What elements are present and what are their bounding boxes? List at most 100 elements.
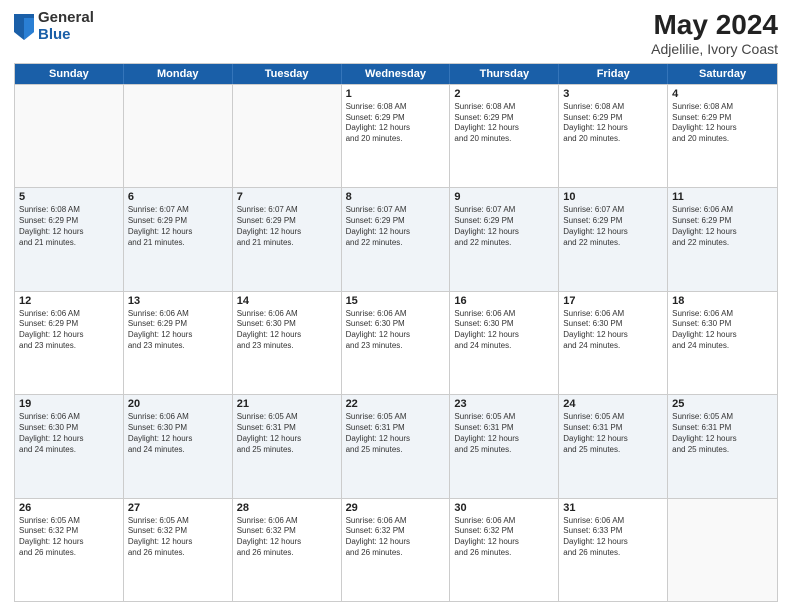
day-cell-6: 6 Sunrise: 6:07 AM Sunset: 6:29 PM Daylig… [124, 188, 233, 290]
day-cell-4: 4 Sunrise: 6:08 AM Sunset: 6:29 PM Daylig… [668, 85, 777, 187]
logo-blue-text: Blue [38, 27, 94, 44]
week-row-3: 12 Sunrise: 6:06 AM Sunset: 6:29 PM Dayli… [15, 291, 777, 394]
day-number: 13 [128, 295, 228, 307]
week-row-4: 19Sunrise: 6:06 AM Sunset: 6:30 PM Dayli… [15, 394, 777, 497]
title-block: May 2024 Adjelilie, Ivory Coast [651, 10, 778, 57]
day-info: Sunrise: 6:08 AM Sunset: 6:29 PM Dayligh… [454, 102, 554, 145]
day-cell-16: 16 Sunrise: 6:06 AM Sunset: 6:30 PM Dayli… [450, 292, 559, 394]
day-number: 28 [237, 502, 337, 514]
header-day-wednesday: Wednesday [342, 64, 451, 84]
page: General Blue May 2024 Adjelilie, Ivory C… [0, 0, 792, 612]
day-cell-9: 9Sunrise: 6:07 AM Sunset: 6:29 PM Daylig… [450, 188, 559, 290]
day-number: 30 [454, 502, 554, 514]
week-row-5: 26 Sunrise: 6:05 AM Sunset: 6:32 PM Dayli… [15, 498, 777, 601]
day-info: Sunrise: 6:05 AM Sunset: 6:31 PM Dayligh… [672, 412, 773, 455]
day-number: 10 [563, 191, 663, 203]
header-day-thursday: Thursday [450, 64, 559, 84]
day-number: 15 [346, 295, 446, 307]
day-info: Sunrise: 6:06 AM Sunset: 6:32 PM Dayligh… [237, 516, 337, 559]
header-day-monday: Monday [124, 64, 233, 84]
day-info: Sunrise: 6:06 AM Sunset: 6:30 PM Dayligh… [128, 412, 228, 455]
day-info: Sunrise: 6:07 AM Sunset: 6:29 PM Dayligh… [563, 205, 663, 248]
day-cell-26: 26 Sunrise: 6:05 AM Sunset: 6:32 PM Dayli… [15, 499, 124, 601]
day-number: 1 [346, 88, 446, 100]
logo-general-text: General [38, 10, 94, 27]
empty-cell [233, 85, 342, 187]
week-row-1: 1 Sunrise: 6:08 AM Sunset: 6:29 PM Daylig… [15, 84, 777, 187]
day-number: 4 [672, 88, 773, 100]
day-number: 26 [19, 502, 119, 514]
day-cell-5: 5 Sunrise: 6:08 AM Sunset: 6:29 PM Daylig… [15, 188, 124, 290]
day-info: Sunrise: 6:06 AM Sunset: 6:29 PM Dayligh… [672, 205, 773, 248]
day-info: Sunrise: 6:08 AM Sunset: 6:29 PM Dayligh… [19, 205, 119, 248]
day-info: Sunrise: 6:06 AM Sunset: 6:29 PM Dayligh… [19, 309, 119, 352]
day-info: Sunrise: 6:05 AM Sunset: 6:32 PM Dayligh… [128, 516, 228, 559]
day-info: Sunrise: 6:06 AM Sunset: 6:30 PM Dayligh… [672, 309, 773, 352]
day-cell-19: 19Sunrise: 6:06 AM Sunset: 6:30 PM Dayli… [15, 395, 124, 497]
day-number: 2 [454, 88, 554, 100]
day-number: 22 [346, 398, 446, 410]
day-number: 27 [128, 502, 228, 514]
day-cell-29: 29 Sunrise: 6:06 AM Sunset: 6:32 PM Dayli… [342, 499, 451, 601]
day-number: 31 [563, 502, 663, 514]
day-cell-14: 14Sunrise: 6:06 AM Sunset: 6:30 PM Dayli… [233, 292, 342, 394]
day-number: 11 [672, 191, 773, 203]
day-info: Sunrise: 6:07 AM Sunset: 6:29 PM Dayligh… [128, 205, 228, 248]
day-info: Sunrise: 6:06 AM Sunset: 6:32 PM Dayligh… [454, 516, 554, 559]
empty-cell [15, 85, 124, 187]
calendar-body: 1 Sunrise: 6:08 AM Sunset: 6:29 PM Daylig… [15, 84, 777, 601]
day-info: Sunrise: 6:06 AM Sunset: 6:30 PM Dayligh… [563, 309, 663, 352]
day-info: Sunrise: 6:06 AM Sunset: 6:29 PM Dayligh… [128, 309, 228, 352]
day-cell-23: 23 Sunrise: 6:05 AM Sunset: 6:31 PM Dayli… [450, 395, 559, 497]
header-day-friday: Friday [559, 64, 668, 84]
day-number: 3 [563, 88, 663, 100]
day-number: 8 [346, 191, 446, 203]
day-info: Sunrise: 6:07 AM Sunset: 6:29 PM Dayligh… [454, 205, 554, 248]
day-cell-11: 11 Sunrise: 6:06 AM Sunset: 6:29 PM Dayli… [668, 188, 777, 290]
day-number: 16 [454, 295, 554, 307]
day-number: 24 [563, 398, 663, 410]
day-info: Sunrise: 6:06 AM Sunset: 6:30 PM Dayligh… [346, 309, 446, 352]
day-info: Sunrise: 6:06 AM Sunset: 6:30 PM Dayligh… [454, 309, 554, 352]
header-day-saturday: Saturday [668, 64, 777, 84]
day-info: Sunrise: 6:08 AM Sunset: 6:29 PM Dayligh… [672, 102, 773, 145]
day-cell-31: 31 Sunrise: 6:06 AM Sunset: 6:33 PM Dayli… [559, 499, 668, 601]
day-cell-10: 10 Sunrise: 6:07 AM Sunset: 6:29 PM Dayli… [559, 188, 668, 290]
day-number: 7 [237, 191, 337, 203]
day-info: Sunrise: 6:07 AM Sunset: 6:29 PM Dayligh… [346, 205, 446, 248]
day-info: Sunrise: 6:06 AM Sunset: 6:32 PM Dayligh… [346, 516, 446, 559]
logo: General Blue [14, 10, 94, 43]
day-cell-12: 12 Sunrise: 6:06 AM Sunset: 6:29 PM Dayli… [15, 292, 124, 394]
calendar-title: May 2024 [651, 10, 778, 41]
day-cell-7: 7Sunrise: 6:07 AM Sunset: 6:29 PM Daylig… [233, 188, 342, 290]
day-cell-1: 1Sunrise: 6:08 AM Sunset: 6:29 PM Daylig… [342, 85, 451, 187]
day-info: Sunrise: 6:05 AM Sunset: 6:31 PM Dayligh… [346, 412, 446, 455]
header-day-sunday: Sunday [15, 64, 124, 84]
header-day-tuesday: Tuesday [233, 64, 342, 84]
day-info: Sunrise: 6:06 AM Sunset: 6:33 PM Dayligh… [563, 516, 663, 559]
day-number: 14 [237, 295, 337, 307]
day-number: 6 [128, 191, 228, 203]
day-number: 29 [346, 502, 446, 514]
week-row-2: 5 Sunrise: 6:08 AM Sunset: 6:29 PM Daylig… [15, 187, 777, 290]
header: General Blue May 2024 Adjelilie, Ivory C… [14, 10, 778, 57]
day-cell-21: 21Sunrise: 6:05 AM Sunset: 6:31 PM Dayli… [233, 395, 342, 497]
day-cell-24: 24Sunrise: 6:05 AM Sunset: 6:31 PM Dayli… [559, 395, 668, 497]
day-cell-17: 17Sunrise: 6:06 AM Sunset: 6:30 PM Dayli… [559, 292, 668, 394]
day-number: 20 [128, 398, 228, 410]
day-number: 23 [454, 398, 554, 410]
day-info: Sunrise: 6:05 AM Sunset: 6:32 PM Dayligh… [19, 516, 119, 559]
day-cell-20: 20 Sunrise: 6:06 AM Sunset: 6:30 PM Dayli… [124, 395, 233, 497]
day-cell-2: 2 Sunrise: 6:08 AM Sunset: 6:29 PM Daylig… [450, 85, 559, 187]
empty-cell [668, 499, 777, 601]
day-cell-18: 18Sunrise: 6:06 AM Sunset: 6:30 PM Dayli… [668, 292, 777, 394]
day-cell-27: 27 Sunrise: 6:05 AM Sunset: 6:32 PM Dayli… [124, 499, 233, 601]
day-cell-3: 3Sunrise: 6:08 AM Sunset: 6:29 PM Daylig… [559, 85, 668, 187]
day-number: 5 [19, 191, 119, 203]
day-info: Sunrise: 6:06 AM Sunset: 6:30 PM Dayligh… [19, 412, 119, 455]
day-info: Sunrise: 6:05 AM Sunset: 6:31 PM Dayligh… [454, 412, 554, 455]
day-number: 12 [19, 295, 119, 307]
day-cell-8: 8 Sunrise: 6:07 AM Sunset: 6:29 PM Daylig… [342, 188, 451, 290]
empty-cell [124, 85, 233, 187]
logo-icon [14, 14, 34, 40]
